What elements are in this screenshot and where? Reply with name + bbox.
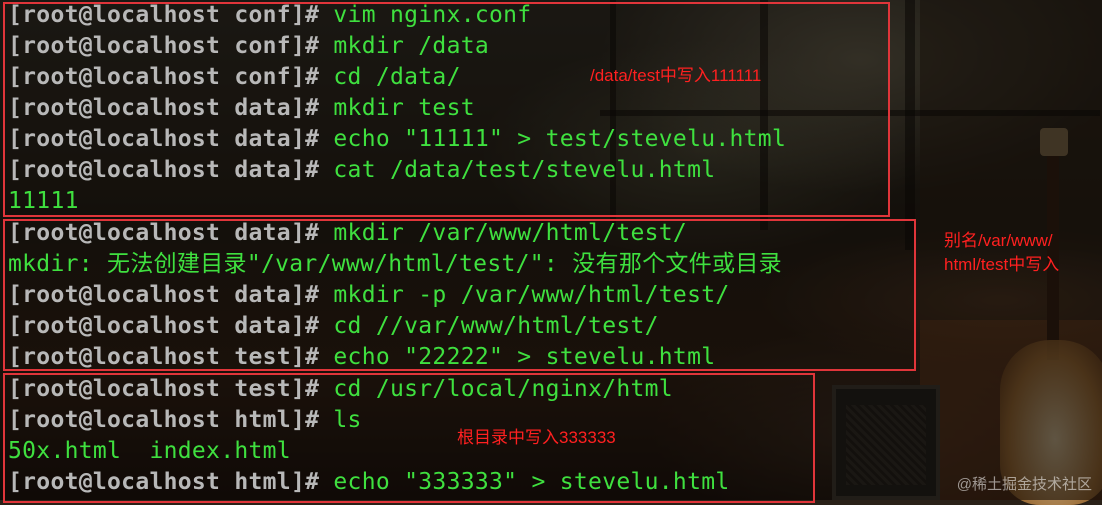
terminal-line: 11111 (8, 186, 79, 217)
shell-command: mkdir /data (319, 33, 490, 59)
annotation-note: 别名/var/www/ html/test中写入 (944, 231, 1060, 274)
terminal-line: [root@localhost html]# ls (8, 405, 362, 436)
shell-prompt: [root@localhost html]# (8, 469, 320, 495)
terminal-window[interactable]: [root@localhost conf]# vim nginx.conf [r… (0, 0, 1102, 500)
terminal-line: 50x.html index.html (8, 436, 291, 467)
shell-prompt: [root@localhost html]# (8, 407, 320, 433)
shell-command: ls (319, 407, 362, 433)
watermark: @稀土掘金技术社区 (956, 476, 1092, 493)
shell-prompt: [root@localhost data]# (8, 126, 320, 152)
terminal-line: [root@localhost data]# echo "11111" > te… (8, 124, 786, 155)
terminal-line: [root@localhost data]# mkdir -p /var/www… (8, 280, 730, 311)
terminal-line: mkdir: 无法创建目录"/var/www/html/test/": 没有那个… (8, 249, 782, 280)
shell-command: echo "11111" > test/stevelu.html (319, 126, 787, 152)
annotation-note: /data/test中写入111111 (590, 66, 762, 85)
shell-command: echo "22222" > stevelu.html (319, 344, 716, 370)
shell-command: cd /usr/local/nginx/html (319, 376, 673, 402)
shell-output: 50x.html index.html (8, 438, 291, 464)
terminal-line: [root@localhost conf]# mkdir /data (8, 31, 489, 62)
shell-command: mkdir -p /var/www/html/test/ (319, 282, 730, 308)
shell-command: cd //var/www/html/test/ (319, 313, 659, 339)
shell-prompt: [root@localhost data]# (8, 157, 320, 183)
shell-prompt: [root@localhost conf]# (8, 64, 320, 90)
terminal-line: [root@localhost test]# echo "22222" > st… (8, 342, 715, 373)
shell-prompt: [root@localhost data]# (8, 220, 320, 246)
terminal-line: [root@localhost data]# mkdir /var/www/ht… (8, 218, 687, 249)
shell-prompt: [root@localhost test]# (8, 376, 320, 402)
shell-prompt: [root@localhost conf]# (8, 33, 320, 59)
shell-command: cd /data/ (319, 64, 461, 90)
terminal-line: [root@localhost test]# cd /usr/local/ngi… (8, 374, 673, 405)
shell-output: 11111 (8, 188, 79, 214)
shell-command: mkdir /var/www/html/test/ (319, 220, 688, 246)
shell-error-output: mkdir: 无法创建目录"/var/www/html/test/": 没有那个… (8, 251, 782, 277)
shell-command: mkdir test (319, 95, 475, 121)
shell-command: vim nginx.conf (319, 2, 532, 28)
terminal-line: [root@localhost data]# cat /data/test/st… (8, 155, 715, 186)
shell-prompt: [root@localhost test]# (8, 344, 320, 370)
terminal-line: [root@localhost html]# echo "333333" > s… (8, 467, 730, 498)
terminal-line: [root@localhost data]# mkdir test (8, 93, 475, 124)
shell-prompt: [root@localhost data]# (8, 282, 320, 308)
shell-prompt: [root@localhost data]# (8, 313, 320, 339)
terminal-line: [root@localhost conf]# cd /data/ (8, 62, 461, 93)
annotation-note: 根目录中写入333333 (457, 428, 616, 447)
terminal-line: [root@localhost data]# cd //var/www/html… (8, 311, 659, 342)
terminal-line: [root@localhost conf]# vim nginx.conf (8, 0, 531, 31)
shell-prompt: [root@localhost data]# (8, 95, 320, 121)
shell-command: cat /data/test/stevelu.html (319, 157, 716, 183)
shell-command: echo "333333" > stevelu.html (319, 469, 730, 495)
shell-prompt: [root@localhost conf]# (8, 2, 320, 28)
